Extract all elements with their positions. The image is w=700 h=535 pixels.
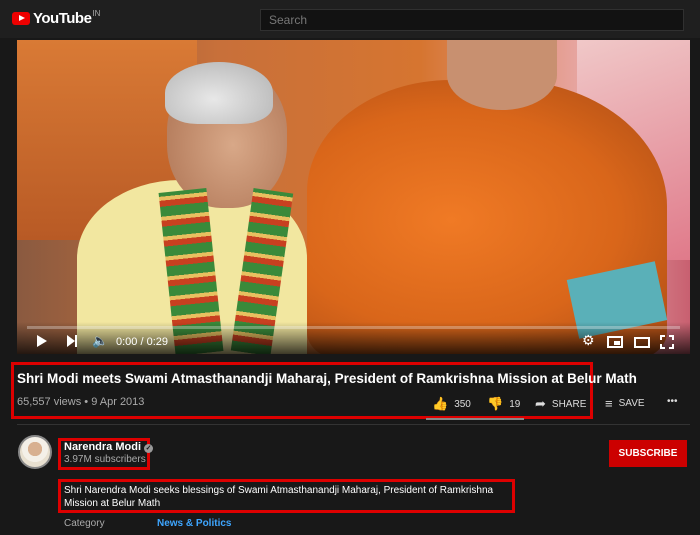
video-description: Shri Narendra Modi seeks blessings of Sw… xyxy=(64,485,494,509)
more-actions-button[interactable]: ••• xyxy=(667,396,678,407)
miniplayer-icon[interactable] xyxy=(607,336,623,348)
volume-icon[interactable]: 🔈 xyxy=(92,334,108,348)
logo-text: YouTube xyxy=(33,10,92,27)
save-label: SAVE xyxy=(618,398,645,409)
like-button[interactable]: 👍 350 xyxy=(432,396,471,412)
video-meta: 65,557 views • 9 Apr 2013 xyxy=(17,396,144,408)
fullscreen-icon[interactable] xyxy=(660,335,674,349)
like-count: 350 xyxy=(454,398,471,410)
channel-avatar[interactable] xyxy=(18,435,52,469)
youtube-logo[interactable]: YouTube IN xyxy=(12,9,101,27)
theater-icon[interactable] xyxy=(634,337,650,348)
more-icon: ••• xyxy=(667,396,678,407)
top-bar: YouTube IN Search xyxy=(0,0,700,38)
time-display: 0:00 / 0:29 xyxy=(116,336,168,348)
share-button[interactable]: ➦ SHARE xyxy=(535,396,586,412)
verified-icon: ✓ xyxy=(144,444,154,453)
category-label: Category xyxy=(64,518,105,529)
video-frame-detail xyxy=(165,62,273,124)
sentiment-bar xyxy=(426,418,524,420)
share-icon: ➦ xyxy=(535,396,546,411)
add-to-playlist-icon: ≡ xyxy=(605,396,613,411)
divider xyxy=(17,424,690,425)
subscribe-button[interactable]: SUBSCRIBE xyxy=(609,440,687,467)
next-icon[interactable] xyxy=(67,335,79,347)
video-frame-detail xyxy=(447,40,557,110)
category-link[interactable]: News & Politics xyxy=(157,518,231,529)
thumbs-up-icon: 👍 xyxy=(432,396,449,411)
upload-date: 9 Apr 2013 xyxy=(91,396,145,408)
video-title: Shri Modi meets Swami Atmasthanandji Mah… xyxy=(17,371,637,386)
logo-country: IN xyxy=(92,9,101,18)
progress-bar[interactable] xyxy=(27,326,680,329)
play-icon[interactable] xyxy=(37,335,47,347)
thumbs-down-icon: 👎 xyxy=(487,396,504,411)
search-input[interactable]: Search xyxy=(260,9,684,31)
subscriber-count: 3.97M subscribers xyxy=(64,454,146,465)
dislike-button[interactable]: 👎 19 xyxy=(487,396,520,412)
channel-name[interactable]: Narendra Modi xyxy=(64,441,141,453)
youtube-logo-icon xyxy=(12,12,30,25)
video-player[interactable]: 🔈 0:00 / 0:29 ⚙ xyxy=(17,40,690,354)
share-label: SHARE xyxy=(551,398,587,410)
player-controls: 🔈 0:00 / 0:29 ⚙ xyxy=(17,322,690,354)
dislike-count: 19 xyxy=(509,398,521,410)
save-button[interactable]: ≡ SAVE xyxy=(605,396,645,411)
settings-icon[interactable]: ⚙ xyxy=(582,333,595,347)
view-count: 65,557 views xyxy=(17,396,82,408)
channel-name-row[interactable]: Narendra Modi ✓ xyxy=(64,441,154,453)
